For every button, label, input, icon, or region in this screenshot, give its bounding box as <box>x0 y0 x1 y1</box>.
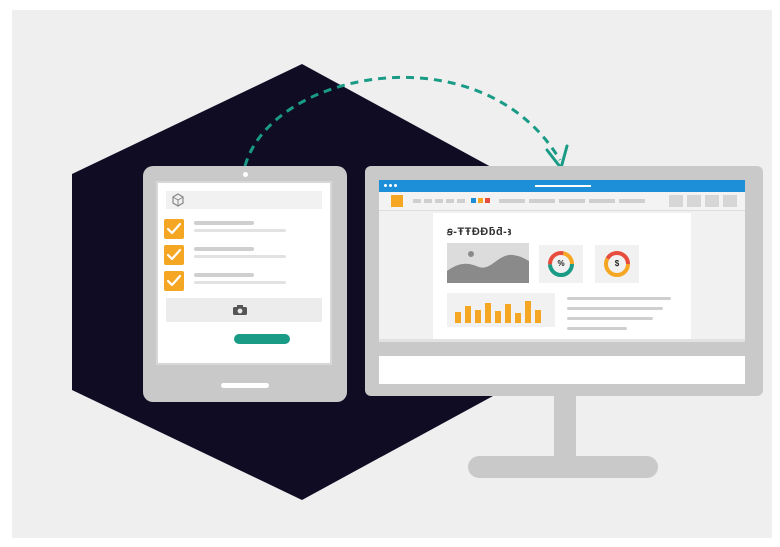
bar <box>515 313 521 323</box>
checkmark-icon <box>166 222 182 235</box>
toolbar-button[interactable] <box>529 199 555 203</box>
kpi-percent-symbol: % <box>557 259 565 268</box>
text-line <box>567 307 663 310</box>
monitor-display: ꞩ‑ŦŦƉƉƃƌ‑ꜣ % $ <box>379 180 745 342</box>
window-control-dot[interactable] <box>394 184 397 187</box>
bar <box>505 304 511 323</box>
document-area: ꞩ‑ŦŦƉƉƃƌ‑ꜣ % $ <box>379 211 745 342</box>
status-bar <box>379 339 745 342</box>
monitor-stand-neck <box>554 394 576 458</box>
app-icon[interactable] <box>391 195 403 207</box>
checkbox[interactable] <box>164 271 184 291</box>
window-titlebar <box>379 180 745 192</box>
bar <box>535 310 541 323</box>
submit-button[interactable] <box>234 334 290 344</box>
bar <box>475 310 481 323</box>
toolbar-button[interactable] <box>413 199 421 203</box>
toolbar-button[interactable] <box>446 199 454 203</box>
checklist-item[interactable] <box>164 271 324 291</box>
toolbar-button[interactable] <box>435 199 443 203</box>
text-line <box>567 297 671 300</box>
toolbar-button[interactable] <box>499 199 525 203</box>
toolbar-button[interactable] <box>559 199 585 203</box>
report-page: ꞩ‑ŦŦƉƉƃƌ‑ꜣ % $ <box>433 213 691 341</box>
toolbar-button[interactable] <box>705 195 719 207</box>
toolbar-button[interactable] <box>424 199 432 203</box>
item-label-line <box>194 273 254 277</box>
color-swatch[interactable] <box>478 198 483 203</box>
monitor-stand-base <box>468 456 658 478</box>
illustration-canvas: ꞩ‑ŦŦƉƉƃƌ‑ꜣ % $ <box>12 10 772 538</box>
toolbar-button[interactable] <box>457 199 465 203</box>
checkmark-icon <box>166 248 182 261</box>
toolbar-button[interactable] <box>669 195 683 207</box>
checkmark-icon <box>166 274 182 287</box>
bar <box>455 312 461 323</box>
toolbar-ribbon <box>379 192 745 211</box>
kpi-dollar-card: $ <box>595 245 639 283</box>
text-line <box>567 317 653 320</box>
item-sub-line <box>194 255 286 258</box>
window-title-line <box>535 185 591 187</box>
kpi-percent-card: % <box>539 245 583 283</box>
bar <box>495 311 501 323</box>
toolbar-button[interactable] <box>589 199 615 203</box>
cube-icon <box>172 193 184 207</box>
item-sub-line <box>194 229 286 232</box>
window-control-dot[interactable] <box>384 184 387 187</box>
tablet-camera <box>243 172 248 177</box>
tablet-home-button[interactable] <box>221 383 269 388</box>
kpi-dollar-symbol: $ <box>614 259 620 268</box>
arrowhead-icon <box>545 144 569 170</box>
landscape-image-icon <box>447 243 529 283</box>
text-line <box>567 327 627 330</box>
toolbar-button[interactable] <box>723 195 737 207</box>
bar <box>465 306 471 323</box>
checkbox[interactable] <box>164 245 184 265</box>
checklist-item[interactable] <box>164 245 324 265</box>
bar <box>485 303 491 323</box>
bar <box>525 301 531 323</box>
tablet-device <box>143 166 347 402</box>
checkbox[interactable] <box>164 219 184 239</box>
toolbar-button[interactable] <box>687 195 701 207</box>
desktop-monitor: ꞩ‑ŦŦƉƉƃƌ‑ꜣ % $ <box>365 166 763 396</box>
item-sub-line <box>194 281 286 284</box>
camera-icon <box>233 305 247 315</box>
item-label-line <box>194 221 254 225</box>
window-control-dot[interactable] <box>389 184 392 187</box>
tablet-screen <box>156 181 332 365</box>
color-swatch[interactable] <box>471 198 476 203</box>
form-header <box>166 191 322 209</box>
toolbar-button[interactable] <box>619 199 645 203</box>
photo-capture-field[interactable] <box>166 298 322 322</box>
color-swatch[interactable] <box>485 198 490 203</box>
item-label-line <box>194 247 254 251</box>
bar-chart-card <box>447 293 555 327</box>
checklist-item[interactable] <box>164 219 324 239</box>
monitor-chin <box>379 356 745 384</box>
report-title: ꞩ‑ŦŦƉƉƃƌ‑ꜣ <box>447 226 512 238</box>
